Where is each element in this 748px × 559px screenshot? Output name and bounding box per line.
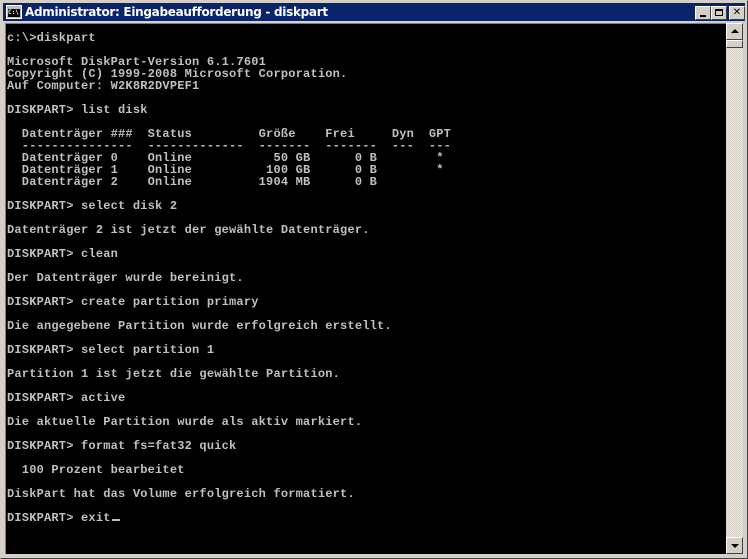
maximize-button[interactable] bbox=[711, 6, 727, 20]
console-output-line: Datenträger 2 ist jetzt der gewählte Dat… bbox=[7, 223, 370, 237]
scroll-up-button[interactable] bbox=[726, 23, 743, 40]
console-output-line: Die aktuelle Partition wurde als aktiv m… bbox=[7, 415, 363, 429]
close-icon: ✕ bbox=[732, 7, 742, 18]
minimize-icon bbox=[700, 15, 706, 17]
close-button[interactable]: ✕ bbox=[729, 6, 745, 20]
console-command-line: c:\>diskpart bbox=[7, 31, 96, 45]
console-output-line: 100 Prozent bearbeitet bbox=[7, 463, 185, 477]
scroll-down-button[interactable] bbox=[726, 537, 743, 554]
console-command-line: DISKPART> exit bbox=[7, 512, 120, 524]
console-output[interactable]: c:\>diskpart Microsoft DiskPart-Version 6… bbox=[5, 23, 726, 554]
console-output-line: Datenträger 2 Online 1904 MB 0 B bbox=[7, 175, 378, 189]
text-cursor bbox=[111, 519, 120, 521]
arrow-down-icon bbox=[731, 544, 739, 548]
minimize-button[interactable] bbox=[695, 6, 711, 20]
vertical-scrollbar[interactable] bbox=[726, 23, 743, 554]
arrow-up-icon bbox=[731, 29, 739, 33]
console-output-line: Partition 1 ist jetzt die gewählte Parti… bbox=[7, 367, 341, 381]
scrollbar-thumb[interactable] bbox=[726, 40, 743, 48]
console-command-line: DISKPART> active bbox=[7, 391, 126, 405]
console-command-line: DISKPART> create partition primary bbox=[7, 295, 259, 309]
maximize-icon bbox=[715, 9, 723, 16]
window-title: Administrator: Eingabeaufforderung - dis… bbox=[25, 5, 328, 19]
cmd-icon-glyph: C:\ bbox=[8, 9, 20, 17]
console-command-line: DISKPART> format fs=fat32 quick bbox=[7, 439, 237, 453]
title-bar[interactable]: C:\ Administrator: Eingabeaufforderung -… bbox=[3, 3, 745, 21]
cmd-icon[interactable]: C:\ bbox=[6, 5, 22, 19]
console-output-line: Der Datenträger wurde bereinigt. bbox=[7, 271, 244, 285]
console-command-line: DISKPART> select partition 1 bbox=[7, 343, 215, 357]
console-output-line: DiskPart hat das Volume erfolgreich form… bbox=[7, 487, 355, 501]
console-window: C:\ Administrator: Eingabeaufforderung -… bbox=[0, 0, 748, 559]
console-command-line: DISKPART> clean bbox=[7, 247, 119, 261]
console-output-line: Auf Computer: W2K8R2DVPEF1 bbox=[7, 79, 200, 93]
console-command-line: DISKPART> list disk bbox=[7, 103, 148, 117]
console-command-line: DISKPART> select disk 2 bbox=[7, 199, 178, 213]
console-output-line: Die angegebene Partition wurde erfolgrei… bbox=[7, 319, 392, 333]
